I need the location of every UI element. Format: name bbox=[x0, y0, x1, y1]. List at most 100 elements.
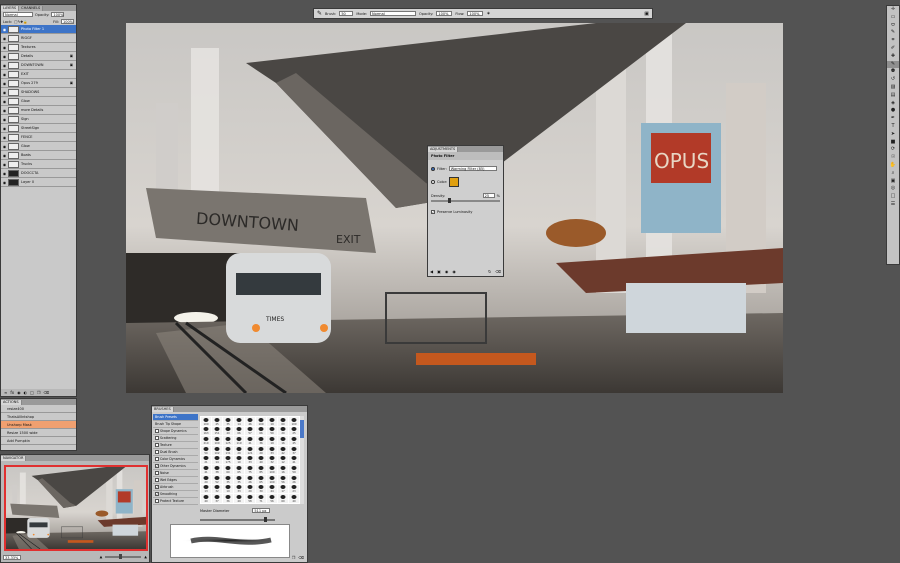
brush-option-checkbox[interactable] bbox=[155, 478, 159, 482]
layer-row[interactable]: ◉ Photo Filter 1 bbox=[1, 25, 76, 34]
navigator-thumbnail[interactable] bbox=[4, 465, 148, 551]
brush-preset[interactable]: 50 bbox=[201, 445, 211, 455]
action-item[interactable]: Resize 1500 wide bbox=[1, 429, 76, 437]
brush-option-checkbox[interactable] bbox=[155, 429, 159, 433]
brush-preset[interactable]: 20 bbox=[201, 474, 211, 484]
brush-preset[interactable]: 30 bbox=[256, 484, 266, 494]
eye-icon[interactable]: ◉ bbox=[1, 63, 8, 68]
eye-icon[interactable]: ◉ bbox=[1, 153, 8, 158]
brush-preset[interactable]: 19 bbox=[223, 484, 233, 494]
zoom-slider-handle[interactable] bbox=[119, 554, 123, 559]
zoom-out-icon[interactable]: ▲ bbox=[100, 555, 103, 559]
brush-option-checkbox[interactable]: ✓ bbox=[155, 464, 159, 468]
zoom-slider[interactable] bbox=[105, 554, 142, 559]
reset-icon[interactable]: ↻ bbox=[488, 269, 491, 274]
eye-icon[interactable]: ◉ bbox=[1, 81, 8, 86]
brush-preset[interactable]: 60 bbox=[278, 494, 288, 503]
brush-preset[interactable]: 100 bbox=[267, 474, 277, 484]
brush-preset[interactable]: 20 bbox=[278, 426, 288, 436]
layer-row[interactable]: ◉ DOOCCTA bbox=[1, 169, 76, 178]
eye-icon[interactable]: ◉ bbox=[1, 117, 8, 122]
marquee-tool-icon[interactable]: ▭ bbox=[887, 14, 899, 22]
brush-grid-scrollbar[interactable] bbox=[300, 416, 304, 504]
adjustment-layer-icon[interactable]: ◐ bbox=[24, 390, 28, 395]
layer-row[interactable]: ◉ Details ▣ bbox=[1, 52, 76, 61]
new-brush-icon[interactable]: ❐ bbox=[292, 555, 296, 560]
pen-tool-icon[interactable]: ✒ bbox=[887, 115, 899, 123]
brush-preset[interactable]: 41 bbox=[245, 436, 255, 445]
brush-preset[interactable]: 56 bbox=[267, 494, 277, 503]
shape-tool-icon[interactable]: ■ bbox=[887, 139, 899, 147]
brush-preset[interactable]: 100 bbox=[212, 436, 222, 445]
hand-tool-icon[interactable]: ✋ bbox=[887, 162, 899, 170]
layer-row[interactable]: ◉ SHADOWS bbox=[1, 88, 76, 97]
brush-option-checkbox[interactable] bbox=[155, 436, 159, 440]
layer-row[interactable]: ◉ StreetSign bbox=[1, 124, 76, 133]
opacity-field[interactable]: 100% bbox=[436, 11, 453, 16]
brush-preset[interactable]: 65 bbox=[234, 465, 244, 474]
fill-field[interactable]: 100% bbox=[61, 19, 74, 24]
brush-preset[interactable]: 21 bbox=[201, 455, 211, 465]
quickmask-tool-icon[interactable]: ◎ bbox=[887, 185, 899, 193]
layer-row[interactable]: ◉ Glow bbox=[1, 97, 76, 106]
expand-icon[interactable]: ▣ bbox=[437, 269, 441, 274]
lock-icons[interactable]: □✎✚🔒 bbox=[14, 20, 28, 24]
eye-icon[interactable]: ◉ bbox=[1, 180, 8, 185]
brush-preset[interactable]: 26 bbox=[289, 474, 299, 484]
quick-select-tool-icon[interactable]: ✎ bbox=[887, 29, 899, 37]
eye-icon[interactable]: ◉ bbox=[1, 72, 8, 77]
brush-preset[interactable]: 45 bbox=[289, 436, 299, 445]
diameter-slider-handle[interactable] bbox=[264, 517, 267, 522]
brush-option-checkbox[interactable] bbox=[155, 443, 159, 447]
group-icon[interactable]: □ bbox=[30, 390, 34, 395]
brush-preset[interactable]: 40 bbox=[289, 494, 299, 503]
zoom-field[interactable]: 33.33% bbox=[3, 554, 21, 560]
brush-preset[interactable]: 35 bbox=[223, 417, 233, 426]
brush-preset[interactable]: 20 bbox=[245, 484, 255, 494]
eye-icon[interactable]: ◉ bbox=[1, 54, 8, 59]
trash-icon[interactable]: ⌫ bbox=[44, 390, 50, 395]
blend-mode-select[interactable]: Normal bbox=[3, 12, 33, 17]
brush-preset[interactable]: 16 bbox=[278, 436, 288, 445]
action-item[interactable]: Add Pumpkin bbox=[1, 437, 76, 445]
density-field[interactable]: 25 bbox=[482, 193, 495, 198]
layer-row[interactable]: ◉ Boats bbox=[1, 151, 76, 160]
fx-icon[interactable]: fx bbox=[10, 390, 14, 395]
eye-icon[interactable]: ◉ bbox=[1, 90, 8, 95]
mode-select[interactable]: Normal bbox=[370, 11, 417, 16]
brush-preset[interactable]: 52 bbox=[212, 474, 222, 484]
brush-preset[interactable]: 14 bbox=[212, 455, 222, 465]
brush-preset[interactable]: 121 bbox=[245, 445, 255, 455]
brush-preset[interactable]: 16 bbox=[278, 465, 288, 474]
zoom-tool-icon[interactable]: ⌕ bbox=[887, 170, 899, 178]
brush-preset[interactable]: 71 bbox=[256, 494, 266, 503]
brush-preset[interactable]: 59 bbox=[289, 465, 299, 474]
layer-row[interactable]: ◉ Opus 279 ▣ bbox=[1, 79, 76, 88]
brush-option-checkbox[interactable] bbox=[155, 457, 159, 461]
flow-field[interactable]: 100% bbox=[467, 11, 484, 16]
brush-preset[interactable]: 75 bbox=[245, 465, 255, 474]
eye-icon[interactable]: ◉ bbox=[1, 135, 8, 140]
brush-preset[interactable]: 20 bbox=[256, 445, 266, 455]
brush-preset[interactable]: 50 bbox=[267, 426, 277, 436]
density-slider-handle[interactable] bbox=[448, 198, 452, 203]
tablet-pressure-icon[interactable]: ▣ bbox=[644, 11, 649, 17]
brush-preset[interactable]: 66 bbox=[256, 426, 266, 436]
eye-icon[interactable]: ◉ bbox=[1, 171, 8, 176]
blur-tool-icon[interactable]: ◈ bbox=[887, 100, 899, 108]
brush-size-field[interactable]: 50 bbox=[339, 11, 354, 16]
eye-icon[interactable]: ◉ bbox=[1, 99, 8, 104]
brush-preset[interactable]: 125 bbox=[223, 436, 233, 445]
layer-row[interactable]: ◉ EXIT bbox=[1, 70, 76, 79]
layer-row[interactable]: ◉ Trucks bbox=[1, 160, 76, 169]
eyedropper-tool-icon[interactable]: ✐ bbox=[887, 45, 899, 53]
tab-navigator[interactable]: NAVIGATOR bbox=[1, 456, 27, 461]
brush-preset[interactable]: 49 bbox=[234, 494, 244, 503]
path-select-tool-icon[interactable]: ➤ bbox=[887, 131, 899, 139]
extras-tool-icon[interactable]: ☰ bbox=[887, 201, 899, 209]
diameter-slider[interactable] bbox=[200, 517, 275, 522]
brush-preset[interactable]: 40 bbox=[256, 455, 266, 465]
density-slider[interactable] bbox=[431, 198, 500, 203]
3d-orbit-tool-icon[interactable]: ☉ bbox=[887, 154, 899, 162]
layer-row[interactable]: ◉ more Details bbox=[1, 106, 76, 115]
